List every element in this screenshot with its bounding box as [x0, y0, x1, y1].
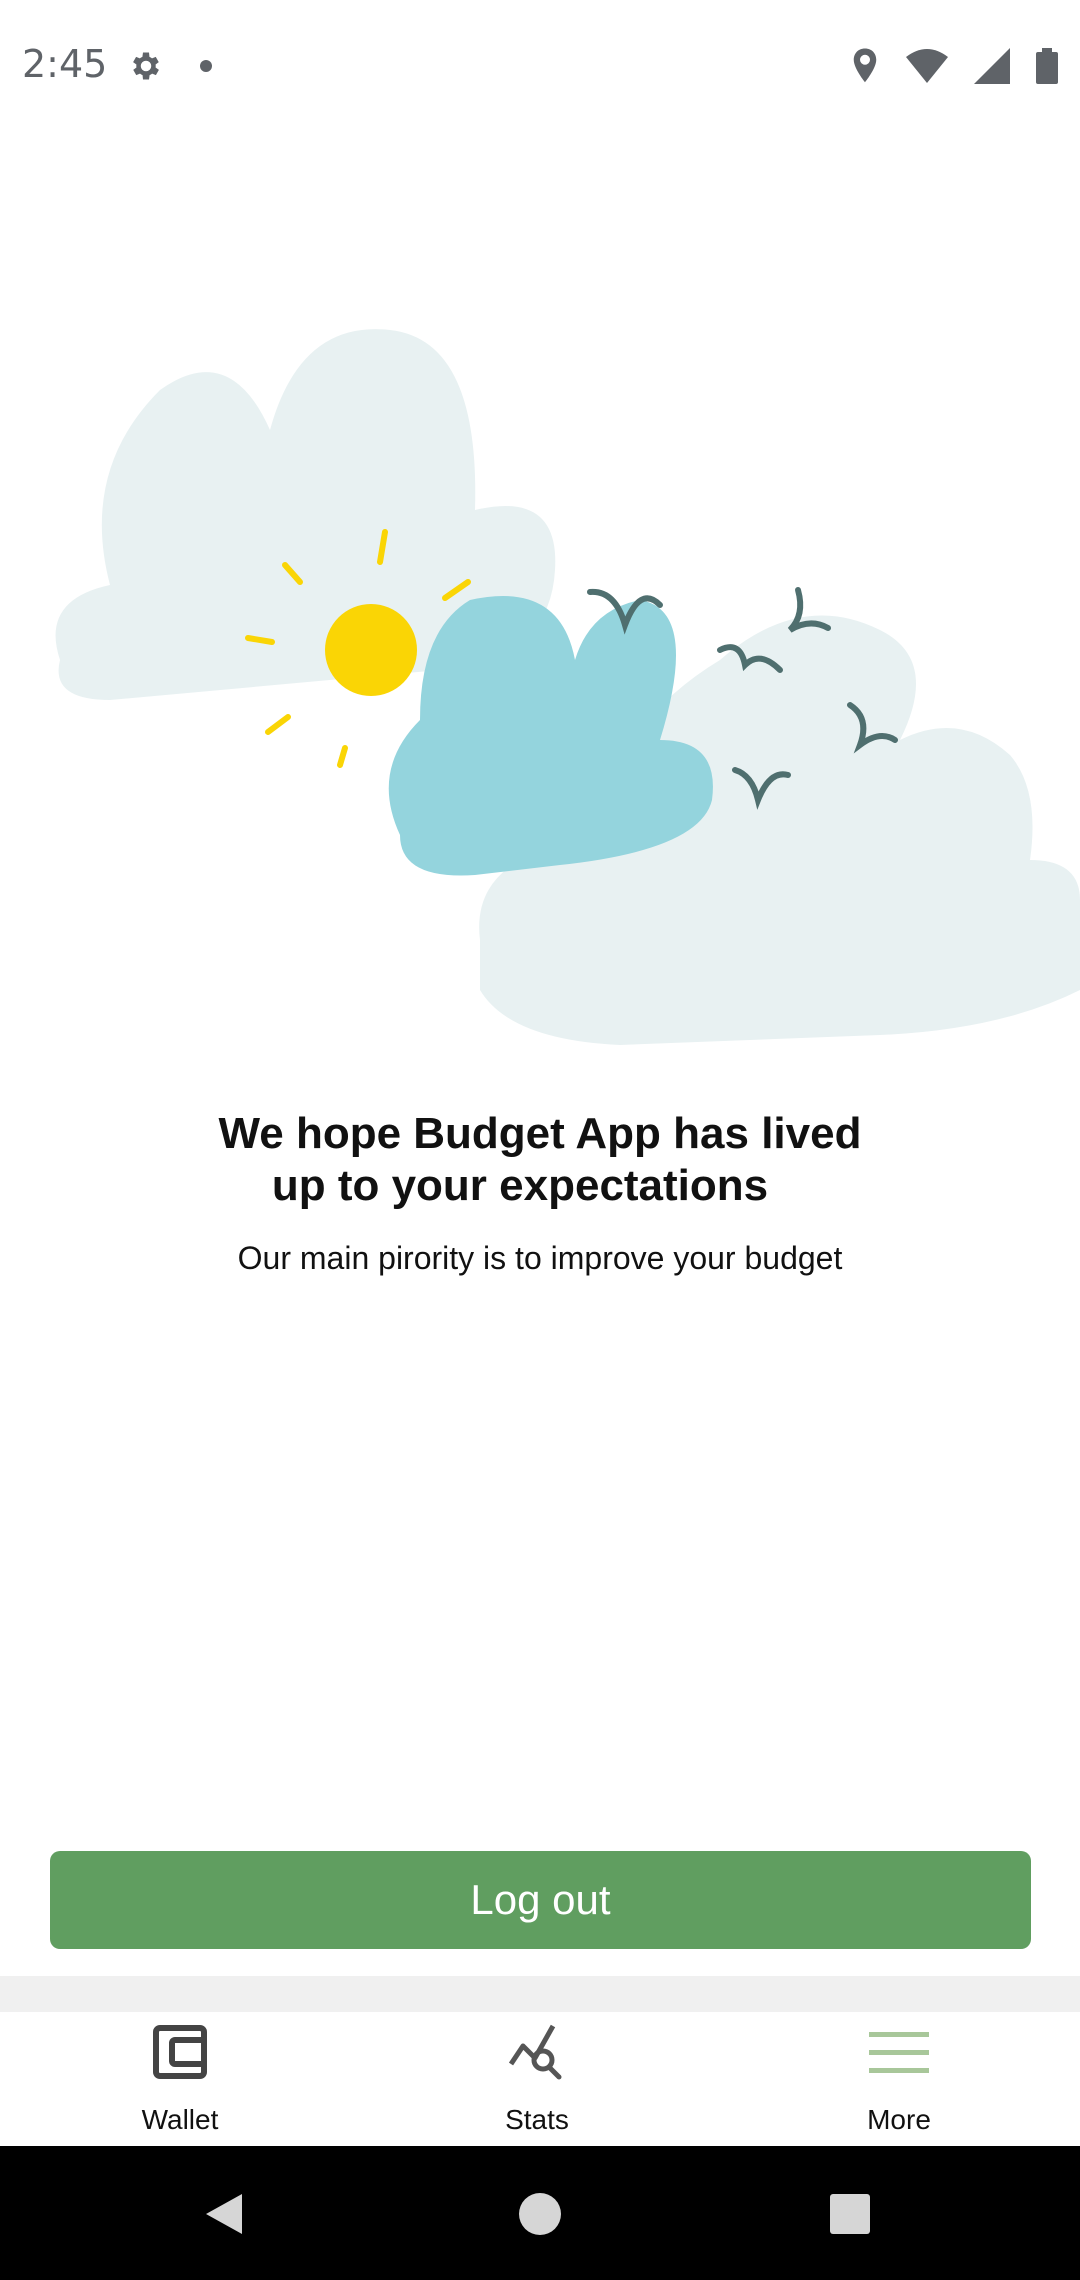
headline: We hope Budget App has lived up to your … — [0, 1108, 1080, 1212]
home-icon[interactable] — [516, 2190, 564, 2238]
back-icon[interactable] — [202, 2190, 250, 2238]
wallet-icon — [153, 2025, 207, 2079]
logout-button[interactable]: Log out — [50, 1851, 1031, 1949]
nav-item-stats[interactable]: Stats — [437, 2012, 637, 2146]
status-icons — [850, 46, 1058, 86]
subline: Our main pirority is to improve your bud… — [237, 1240, 843, 1276]
stats-icon — [508, 2024, 562, 2080]
bottom-nav: Wallet Stats More — [0, 2012, 1080, 2146]
divider — [0, 1976, 1080, 2012]
battery-icon — [1036, 48, 1058, 84]
headline-line-1: We hope Budget App has lived — [218, 1109, 862, 1158]
signal-icon — [974, 48, 1010, 84]
nav-label-more: More — [867, 2104, 931, 2135]
nav-label-wallet: Wallet — [141, 2104, 219, 2135]
nav-item-more[interactable]: More — [799, 2012, 999, 2146]
settings-icon — [133, 52, 159, 80]
system-nav-bar — [0, 2146, 1080, 2280]
nav-label-stats: Stats — [505, 2104, 569, 2135]
notification-dot-icon — [200, 60, 212, 72]
sky-illustration — [55, 329, 1080, 1045]
sun-icon — [325, 604, 417, 696]
status-time: 2:45 — [22, 42, 108, 86]
menu-icon — [869, 2032, 929, 2073]
headline-line-2: up to your expectations — [271, 1161, 769, 1210]
status-bar: 2:45 — [0, 0, 1080, 134]
wifi-icon — [906, 49, 948, 83]
recents-icon[interactable] — [826, 2190, 874, 2238]
location-icon — [853, 48, 877, 83]
nav-item-wallet[interactable]: Wallet — [80, 2012, 280, 2146]
